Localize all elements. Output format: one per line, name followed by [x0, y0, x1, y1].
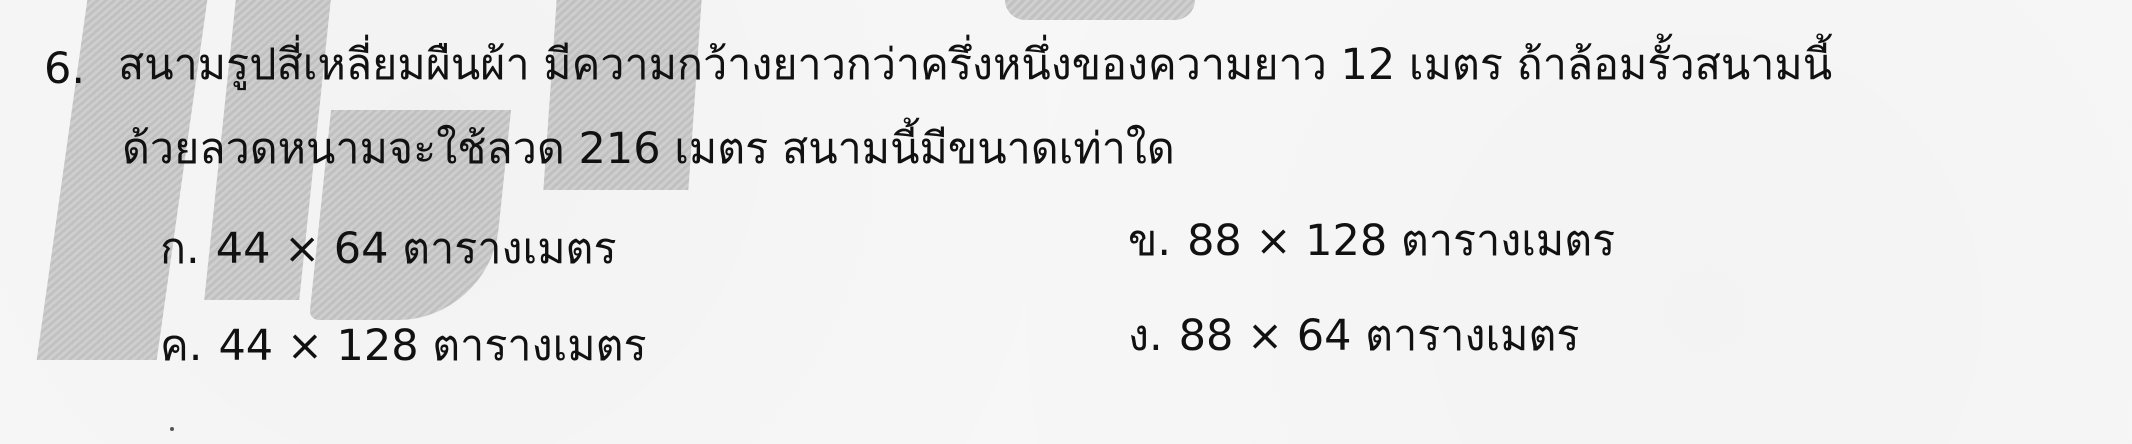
choice-label: ข. — [1128, 216, 1172, 266]
question-number: 6. — [44, 44, 86, 94]
choice-text: 88 × 64 ตารางเมตร — [1178, 311, 1580, 361]
choice-text: 44 × 64 ตารางเมตร — [215, 224, 617, 274]
choice-text: 88 × 128 ตารางเมตร — [1187, 216, 1616, 266]
choice-c[interactable]: ค. 44 × 128 ตารางเมตร — [160, 325, 647, 368]
choice-label: ก. — [160, 224, 200, 274]
watermark-logo-stroke — [1005, 0, 1195, 20]
question-text-line-2: ด้วยลวดหนามจะใช้ลวด 216 เมตร สนามนี้มีขน… — [122, 124, 1175, 174]
choice-b[interactable]: ข. 88 × 128 ตารางเมตร — [1128, 220, 1615, 263]
choice-text: 44 × 128 ตารางเมตร — [218, 321, 647, 371]
choice-label: ง. — [1128, 311, 1163, 361]
choice-label: ค. — [160, 321, 203, 371]
choice-a[interactable]: ก. 44 × 64 ตารางเมตร — [160, 228, 617, 271]
choice-d[interactable]: ง. 88 × 64 ตารางเมตร — [1128, 315, 1580, 358]
question-text-line-1: สนามรูปสี่เหลี่ยมผืนผ้า มีความกว้างยาวกว… — [118, 40, 1833, 90]
scan-speck — [170, 427, 174, 431]
